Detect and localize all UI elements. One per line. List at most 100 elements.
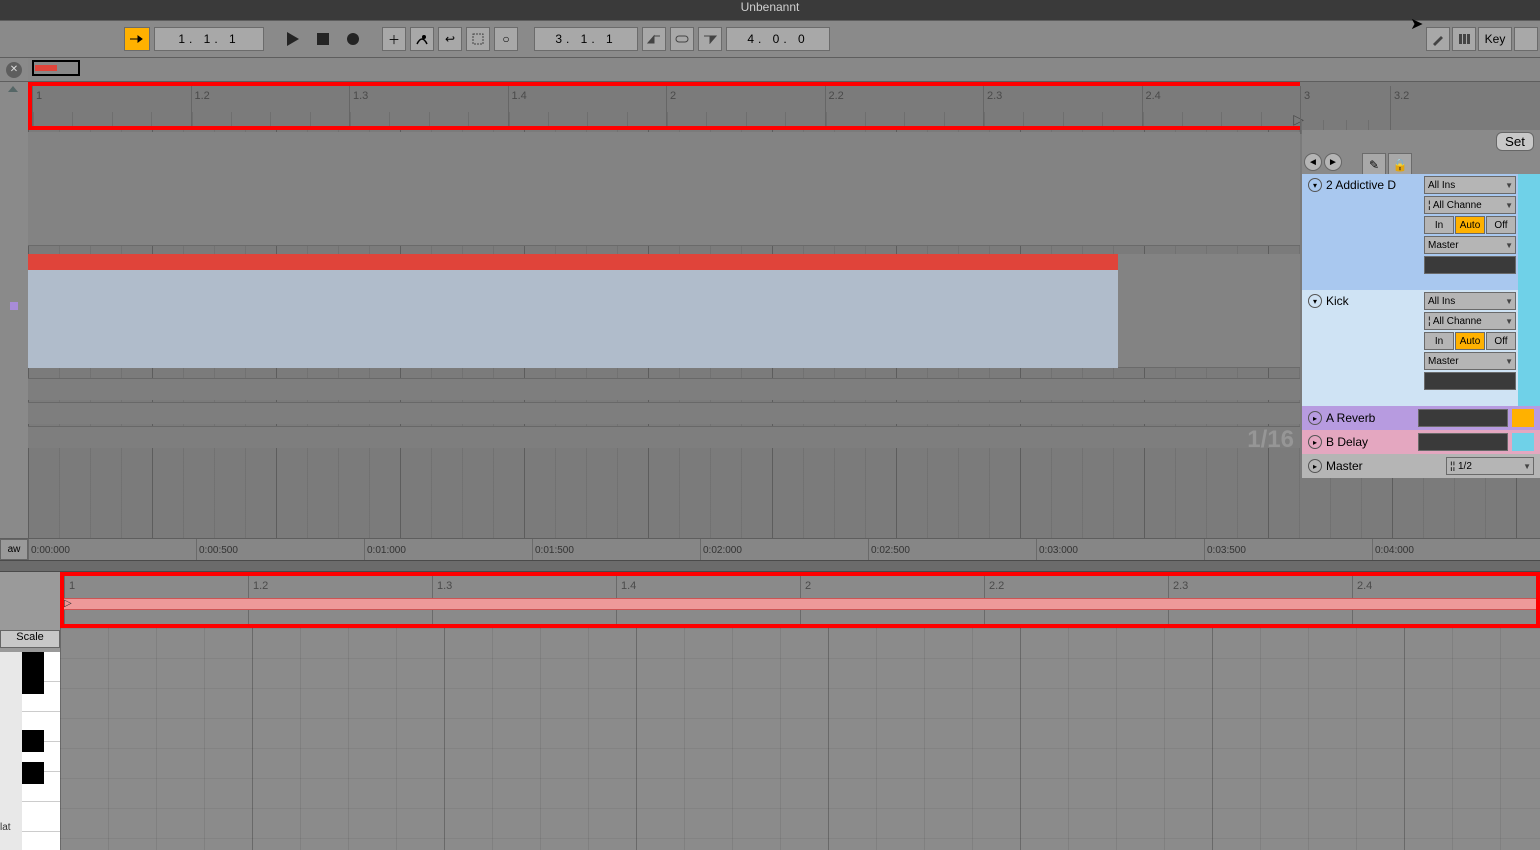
- monitor-off[interactable]: Off: [1486, 216, 1516, 234]
- session-rec[interactable]: ○: [494, 27, 518, 51]
- track-lane[interactable]: [28, 132, 1300, 246]
- midi-clip[interactable]: [28, 254, 1118, 270]
- master-lane[interactable]: [28, 426, 1300, 448]
- clip-beat-label: 2.2: [989, 580, 1004, 592]
- output-select[interactable]: Master: [1424, 236, 1516, 254]
- clip-ruler-highlight: 1 1.2 1.3 1.4 2 2.2 2.3 2.4 ▷: [60, 572, 1540, 628]
- input-channel-select[interactable]: ¦ All Channe: [1424, 312, 1516, 330]
- beat-label: 1.4: [512, 90, 527, 102]
- piano-roll-keys[interactable]: lat: [0, 652, 60, 850]
- input-channel-select[interactable]: ¦ All Channe: [1424, 196, 1516, 214]
- key-map[interactable]: Key: [1478, 27, 1512, 51]
- return-name: B Delay: [1326, 435, 1368, 449]
- follow-button[interactable]: [124, 27, 150, 51]
- track-fold-icon[interactable]: ▾: [1308, 294, 1322, 308]
- beat-label: 1.3: [353, 90, 368, 102]
- track-fold-icon[interactable]: ▸: [1308, 435, 1322, 449]
- track-meter: [1424, 256, 1516, 274]
- prev-locator-icon[interactable]: ◄: [1304, 153, 1322, 171]
- close-overview-icon[interactable]: ✕: [6, 62, 22, 78]
- input-type-select[interactable]: All Ins: [1424, 292, 1516, 310]
- next-locator-icon[interactable]: ►: [1324, 153, 1342, 171]
- monitor-off[interactable]: Off: [1486, 332, 1516, 350]
- beat-ruler-highlight: 1 1.2 1.3 1.4 2 2.2 2.3 2.4 ▷ 3 3.2: [28, 82, 1300, 130]
- reenable-auto[interactable]: ↩: [438, 27, 462, 51]
- set-locator-button[interactable]: Set: [1496, 132, 1534, 151]
- beat-ruler[interactable]: 1 1.2 1.3 1.4 2 2.2 2.3 2.4 ▷: [32, 86, 1300, 126]
- time-ruler[interactable]: aw 0:00:000 0:00:500 0:01:000 0:01:500 0…: [0, 538, 1540, 560]
- loop-switch[interactable]: [670, 27, 694, 51]
- record-button[interactable]: [340, 27, 366, 51]
- track-lane[interactable]: [28, 254, 1300, 368]
- clip-beat-label: 1.2: [253, 580, 268, 592]
- time-label: 0:00:500: [196, 539, 364, 560]
- monitor-in[interactable]: In: [1424, 216, 1454, 234]
- beat-label: 2: [670, 90, 676, 102]
- loop-length-field[interactable]: 4. 0. 0: [726, 27, 830, 51]
- stop-button[interactable]: [310, 27, 336, 51]
- clip-beat-label: 1: [69, 580, 75, 592]
- track-meter: [1424, 372, 1516, 390]
- automation-arm[interactable]: [410, 27, 434, 51]
- monitor-row: In Auto Off: [1424, 216, 1516, 234]
- time-label: 0:03:000: [1036, 539, 1204, 560]
- track-fold-icon[interactable]: ▸: [1308, 459, 1322, 473]
- track-header[interactable]: ▾ 2 Addictive D All Ins ¦ All Channe In …: [1302, 174, 1540, 290]
- track-headers: Set ◄ ► ✎ 🔒 ▾ 2 Addictive D: [1302, 130, 1540, 538]
- midi-clip-body[interactable]: [28, 270, 1118, 368]
- play-button[interactable]: [280, 27, 306, 51]
- draw-mode[interactable]: [1426, 27, 1450, 51]
- beat-label: 2.3: [987, 90, 1002, 102]
- draw-toggle[interactable]: aw: [0, 539, 28, 560]
- overview-strip: ✕: [0, 58, 1540, 82]
- return-header[interactable]: ▸ B Delay: [1302, 430, 1540, 454]
- beat-label: 1: [36, 90, 42, 102]
- scale-button[interactable]: Scale: [0, 630, 60, 648]
- monitor-auto[interactable]: Auto: [1455, 332, 1485, 350]
- cue-out-select[interactable]: ¦¦ 1/2: [1446, 457, 1534, 475]
- punch-in[interactable]: [642, 27, 666, 51]
- master-name: Master: [1326, 459, 1363, 473]
- master-header[interactable]: ▸ Master ¦¦ 1/2: [1302, 454, 1540, 478]
- left-rail: [0, 82, 28, 538]
- time-label: 0:03:500: [1204, 539, 1372, 560]
- return-name: A Reverb: [1326, 411, 1375, 425]
- time-label: 0:00:000: [28, 539, 196, 560]
- punch-out[interactable]: [698, 27, 722, 51]
- track-header[interactable]: ▾ Kick All Ins ¦ All Channe In Auto Off …: [1302, 290, 1540, 406]
- track-fold-icon[interactable]: ▸: [1308, 411, 1322, 425]
- overview-track[interactable]: [28, 58, 1540, 81]
- window-title: Unbenannt: [741, 0, 800, 14]
- track-name[interactable]: 2 Addictive D: [1326, 178, 1396, 192]
- clip-editor: Scale lat 1 1.2 1.3 1.4 2 2.2 2.3: [0, 572, 1540, 850]
- loop-start-field[interactable]: 3. 1. 1: [534, 27, 638, 51]
- midi-map[interactable]: [1452, 27, 1476, 51]
- loop-start-icon[interactable]: ▷: [64, 598, 72, 609]
- beat-label: 2.2: [829, 90, 844, 102]
- lat-label: lat: [0, 822, 11, 833]
- capture[interactable]: [466, 27, 490, 51]
- midi-in-indicator: [1514, 27, 1538, 51]
- time-label: 0:04:000: [1372, 539, 1540, 560]
- clip-loop-brace[interactable]: ▷: [64, 598, 1536, 610]
- clip-beat-label: 2.4: [1357, 580, 1372, 592]
- pane-divider[interactable]: [0, 560, 1540, 572]
- return-lane[interactable]: [28, 402, 1300, 424]
- monitor-in[interactable]: In: [1424, 332, 1454, 350]
- track-fold-icon[interactable]: ▾: [1308, 178, 1322, 192]
- monitor-row: In Auto Off: [1424, 332, 1516, 350]
- overdub-plus[interactable]: ＋: [382, 27, 406, 51]
- return-lane[interactable]: [28, 378, 1300, 400]
- return-header[interactable]: ▸ A Reverb: [1302, 406, 1540, 430]
- track-name[interactable]: Kick: [1326, 294, 1349, 308]
- time-label: 0:01:500: [532, 539, 700, 560]
- clip-beat-label: 2.3: [1173, 580, 1188, 592]
- midi-note-grid[interactable]: [60, 628, 1540, 850]
- rail-collapse-icon[interactable]: [8, 86, 18, 92]
- beat-label: 1.2: [195, 90, 210, 102]
- input-type-select[interactable]: All Ins: [1424, 176, 1516, 194]
- monitor-auto[interactable]: Auto: [1455, 216, 1485, 234]
- output-select[interactable]: Master: [1424, 352, 1516, 370]
- overview-clip-thumb: [35, 65, 57, 71]
- position-field[interactable]: 1. 1. 1: [154, 27, 264, 51]
